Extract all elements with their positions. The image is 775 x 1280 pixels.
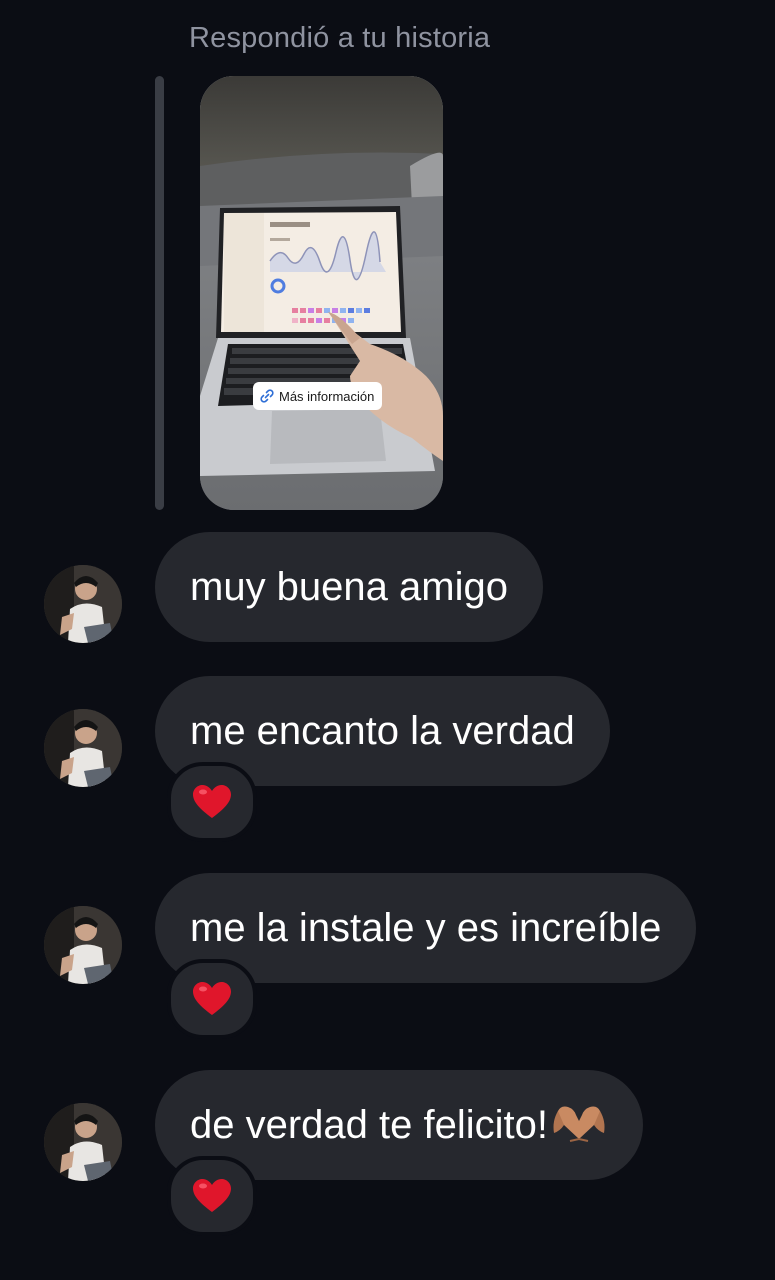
heart-hands-icon	[553, 1106, 605, 1143]
more-info-link[interactable]: Más información	[253, 382, 383, 410]
avatar[interactable]	[44, 906, 122, 984]
reaction-badge[interactable]	[167, 1156, 257, 1236]
message-text: de verdad te felicito!	[190, 1103, 548, 1147]
reaction-badge[interactable]	[167, 959, 257, 1039]
avatar[interactable]	[44, 709, 122, 787]
more-info-label: Más información	[279, 388, 375, 404]
avatar-photo	[44, 565, 122, 643]
message-text: muy buena amigo	[190, 565, 508, 609]
chat-view: Respondió a tu historia Más información …	[0, 0, 775, 1280]
avatar-photo	[44, 1103, 122, 1181]
avatar-photo	[44, 906, 122, 984]
message-text: me la instale y es increíble	[190, 906, 662, 950]
message-bubble[interactable]: muy buena amigo	[155, 532, 543, 642]
heart-icon	[193, 1179, 231, 1212]
story-reply-caption: Respondió a tu historia	[189, 22, 491, 54]
avatar-photo	[44, 709, 122, 787]
message-text: me encanto la verdad	[190, 709, 575, 753]
reply-indicator-bar	[155, 76, 164, 510]
reaction-badge[interactable]	[167, 762, 257, 842]
avatar[interactable]	[44, 565, 122, 643]
heart-icon	[193, 982, 231, 1015]
avatar[interactable]	[44, 1103, 122, 1181]
heart-icon	[193, 785, 231, 818]
story-thumbnail[interactable]: Más información	[200, 76, 443, 510]
story-image	[200, 76, 443, 510]
link-icon	[260, 389, 274, 403]
